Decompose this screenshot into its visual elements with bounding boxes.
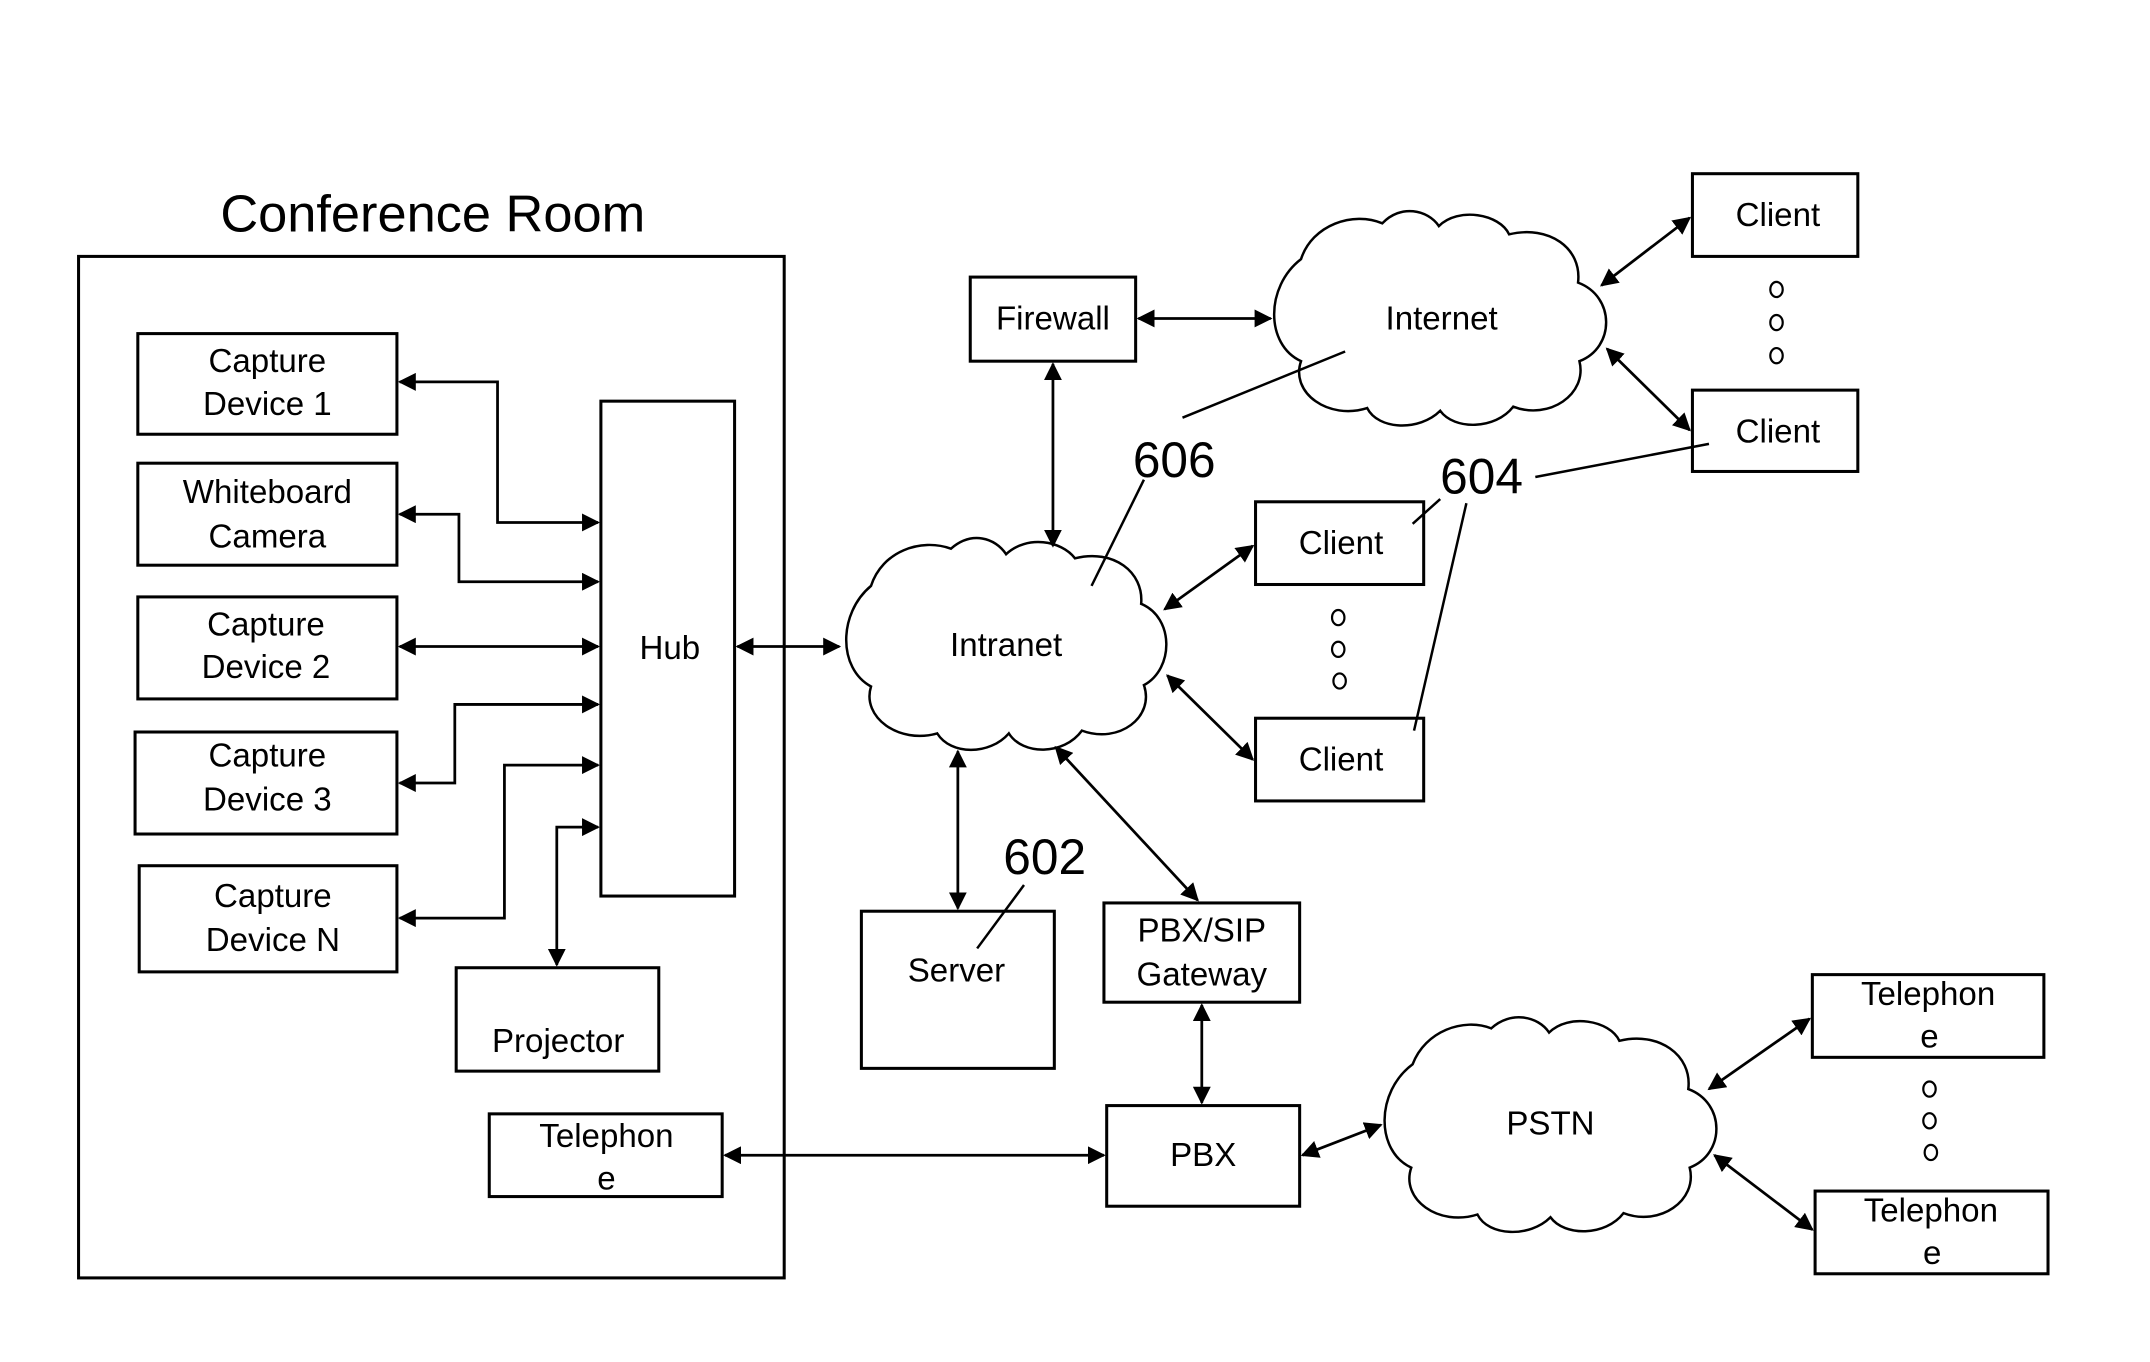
pstn-telephone-1-box: Telephon e bbox=[1810, 973, 2046, 1059]
intranet-label: Intranet bbox=[950, 627, 1062, 664]
capture-device-3-label-line2: Device 3 bbox=[203, 782, 332, 819]
connector-pstn-telephone-2 bbox=[1713, 1154, 1814, 1231]
leader-604-internet-client bbox=[1535, 442, 1710, 479]
connector-cdn-hub bbox=[397, 756, 600, 928]
conference-room-title: Conference Room bbox=[220, 186, 645, 244]
connector-pstn-telephone-1 bbox=[1707, 1017, 1812, 1091]
connector-whiteboard-hub bbox=[397, 505, 600, 591]
pstn-cloud: PSTN bbox=[1383, 1016, 1718, 1234]
connector-projector-hub bbox=[547, 818, 600, 967]
whiteboard-camera-label-line1: Whiteboard bbox=[183, 474, 352, 511]
capture-device-n-label-line1: Capture bbox=[214, 878, 332, 915]
firewall-label: Firewall bbox=[996, 300, 1110, 337]
connector-pbx-pstn bbox=[1300, 1122, 1383, 1158]
whiteboard-camera-label-line2: Camera bbox=[209, 518, 327, 555]
gateway-label-line2: Gateway bbox=[1137, 957, 1268, 994]
server-box: Server bbox=[859, 909, 1056, 1070]
capture-device-3-label-line1: Capture bbox=[209, 737, 327, 774]
connector-internet-client-2 bbox=[1605, 347, 1691, 432]
firewall-box: Firewall bbox=[968, 275, 1138, 363]
internet-client-1-label: Client bbox=[1736, 197, 1821, 234]
conference-system-diagram: Conference Room Capture Device 1 Whitebo… bbox=[77, 172, 2050, 1280]
room-telephone-box: Telephon e bbox=[487, 1112, 724, 1199]
pstn-telephone-2-label-line2: e bbox=[1923, 1235, 1941, 1272]
projector-label: Projector bbox=[492, 1023, 624, 1060]
pstn-telephones-ellipsis bbox=[1922, 1080, 1939, 1162]
ref-numeral-606: 606 bbox=[1133, 432, 1216, 488]
pstn-label: PSTN bbox=[1506, 1106, 1594, 1143]
connector-internet-client-1 bbox=[1600, 216, 1692, 287]
pbx-label: PBX bbox=[1170, 1137, 1236, 1174]
capture-device-1-box: Capture Device 1 bbox=[136, 332, 399, 436]
connector-intranet-client-2 bbox=[1166, 674, 1255, 761]
gateway-label-line1: PBX/SIP bbox=[1137, 913, 1266, 950]
capture-device-3-box: Capture Device 3 bbox=[133, 730, 399, 836]
projector-box: Projector bbox=[454, 966, 661, 1073]
intranet-cloud: Intranet bbox=[844, 536, 1168, 752]
intranet-clients-ellipsis bbox=[1330, 608, 1347, 690]
internet-client-2-box: Client bbox=[1690, 388, 1860, 473]
pstn-telephone-2-box: Telephon e bbox=[1813, 1189, 2050, 1276]
whiteboard-camera-box: Whiteboard Camera bbox=[136, 461, 399, 567]
capture-device-n-label-line2: Device N bbox=[206, 922, 340, 959]
capture-device-n-box: Capture Device N bbox=[137, 864, 399, 974]
pbx-box: PBX bbox=[1105, 1104, 1302, 1208]
capture-device-2-label-line2: Device 2 bbox=[202, 649, 331, 686]
capture-device-1-label-line2: Device 1 bbox=[203, 386, 332, 423]
capture-device-2-label-line1: Capture bbox=[207, 607, 325, 644]
intranet-client-2-box: Client bbox=[1254, 716, 1426, 803]
internet-label: Internet bbox=[1386, 300, 1498, 337]
connector-intranet-client-1 bbox=[1163, 544, 1255, 611]
connector-cd3-hub bbox=[397, 695, 600, 792]
room-telephone-label-line1: Telephon bbox=[539, 1118, 673, 1155]
server-label: Server bbox=[908, 953, 1005, 990]
intranet-client-2-label: Client bbox=[1299, 742, 1384, 779]
pstn-telephone-2-label-line1: Telephon bbox=[1864, 1192, 1998, 1229]
room-telephone-label-line2: e bbox=[597, 1161, 615, 1198]
intranet-client-1-label: Client bbox=[1299, 525, 1384, 562]
ref-numeral-602: 602 bbox=[1003, 829, 1086, 885]
internet-clients-ellipsis bbox=[1769, 280, 1784, 365]
capture-device-1-label-line1: Capture bbox=[209, 343, 327, 380]
intranet-client-1-box: Client bbox=[1254, 500, 1426, 587]
internet-cloud: Internet bbox=[1272, 209, 1608, 427]
connector-cd1-hub bbox=[397, 372, 600, 532]
capture-device-2-box: Capture Device 2 bbox=[136, 595, 399, 701]
hub-label: Hub bbox=[639, 630, 700, 667]
pstn-telephone-1-label-line2: e bbox=[1920, 1019, 1938, 1056]
internet-client-1-box: Client bbox=[1690, 172, 1860, 258]
pbx-sip-gateway-box: PBX/SIP Gateway bbox=[1102, 901, 1302, 1004]
pstn-telephone-1-label-line1: Telephon bbox=[1861, 976, 1995, 1013]
hub-box: Hub bbox=[599, 399, 737, 898]
ref-numeral-604: 604 bbox=[1440, 449, 1523, 505]
internet-client-2-label: Client bbox=[1736, 414, 1821, 451]
